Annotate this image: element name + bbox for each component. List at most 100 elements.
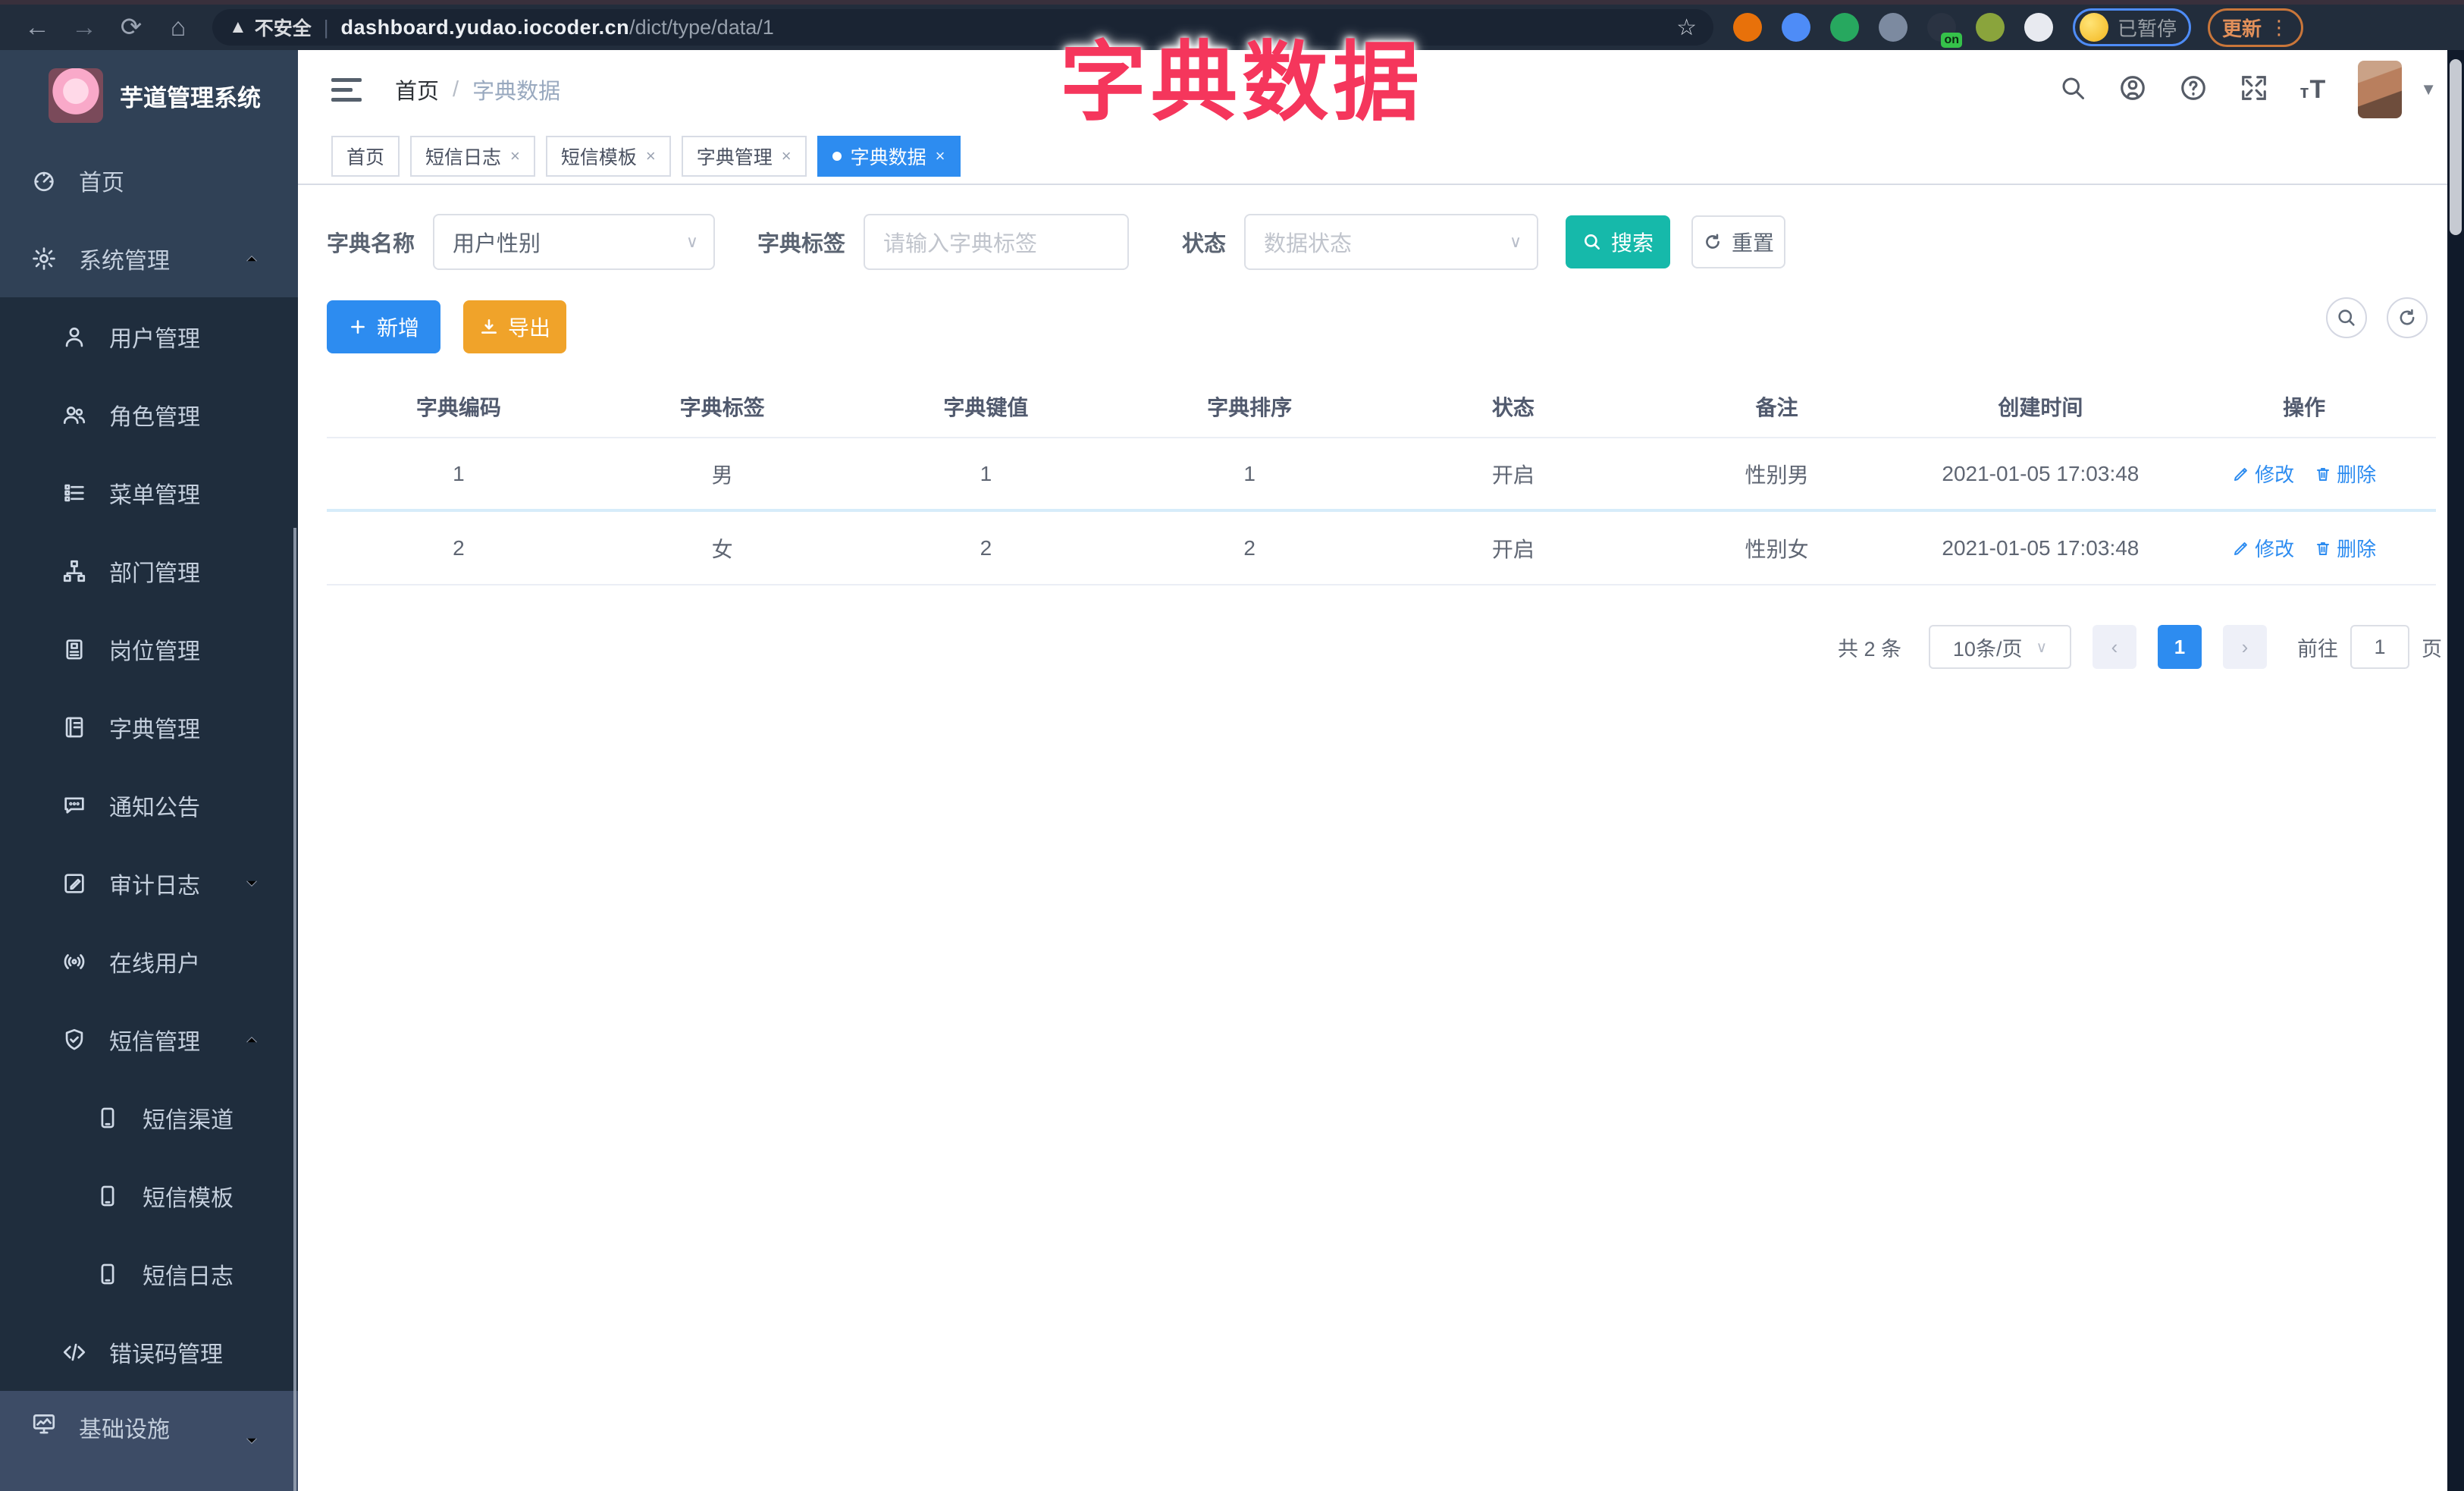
sidebar-item-系统管理[interactable]: 系统管理	[0, 219, 298, 297]
refresh-button[interactable]	[2387, 297, 2428, 338]
sidebar-item-label: 菜单管理	[109, 482, 200, 508]
sidebar-item-短信模板[interactable]: 短信模板	[0, 1157, 298, 1235]
sidebar-item-审计日志[interactable]: 审计日志	[0, 844, 298, 922]
extension-white-icon[interactable]	[2024, 13, 2053, 42]
extension-green-check-icon[interactable]	[1830, 13, 1859, 42]
sidebar-item-label: 字典管理	[109, 717, 200, 742]
browser-forward-icon[interactable]: →	[61, 13, 108, 42]
sidebar-item-岗位管理[interactable]: 岗位管理	[0, 610, 298, 688]
status-placeholder: 数据状态	[1264, 232, 1353, 256]
column-header: 状态	[1491, 396, 1535, 419]
tab-首页[interactable]: 首页	[331, 136, 400, 177]
browser-back-icon[interactable]: ←	[14, 13, 61, 42]
sidebar-item-短信日志[interactable]: 短信日志	[0, 1235, 298, 1313]
tab-字典管理[interactable]: 字典管理 ×	[681, 136, 807, 177]
row-actions: 修改 删除	[2172, 460, 2436, 488]
export-button[interactable]: 导出	[463, 300, 566, 353]
column-header: 字典排序	[1207, 396, 1293, 419]
sidebar-item-短信渠道[interactable]: 短信渠道	[0, 1078, 298, 1157]
goto-page-input[interactable]: 1	[2350, 625, 2409, 669]
close-icon[interactable]: ×	[782, 146, 792, 166]
sidebar-item-首页[interactable]: 首页	[0, 141, 298, 219]
extension-blue-icon[interactable]	[1782, 13, 1810, 42]
security-label: 不安全	[254, 18, 312, 39]
edit-link[interactable]: 修改	[2232, 460, 2294, 488]
chevron-down-icon: ∨	[2036, 639, 2048, 656]
tab-短信日志[interactable]: 短信日志 ×	[410, 136, 535, 177]
extension-slate-icon[interactable]	[1879, 13, 1908, 42]
search-button-label: 搜索	[1611, 231, 1654, 255]
page-size-select[interactable]: 10条/页 ∨	[1929, 625, 2071, 669]
table-cell: 2	[453, 535, 465, 560]
extension-dark-icon[interactable]: on	[1927, 13, 1962, 48]
delete-link[interactable]: 删除	[2314, 460, 2376, 488]
dict-name-select[interactable]: 用户性别 ∨	[433, 214, 716, 270]
browser-menu-icon[interactable]: ⋮	[2269, 16, 2289, 39]
scrollbar-thumb[interactable]	[2450, 59, 2462, 235]
dict-label-input[interactable]: 请输入字典标签	[864, 214, 1130, 270]
overlay-annotation-title: 字典数据	[1060, 35, 1425, 131]
user-avatar[interactable]	[2358, 61, 2403, 118]
search-button[interactable]: 搜索	[1566, 215, 1671, 268]
bookmark-star-icon[interactable]: ☆	[1676, 14, 1697, 41]
user-icon	[59, 324, 89, 350]
page-scrollbar[interactable]	[2447, 50, 2464, 1491]
announcement-icon	[59, 793, 89, 818]
close-icon[interactable]: ×	[510, 146, 520, 166]
table-cell: 2021-01-05 17:03:48	[1942, 535, 2140, 560]
tab-label: 短信日志	[425, 147, 502, 168]
github-icon[interactable]	[2118, 74, 2147, 106]
sidebar-item-字典管理[interactable]: 字典管理	[0, 688, 298, 766]
status-select[interactable]: 数据状态 ∨	[1244, 214, 1539, 270]
close-icon[interactable]: ×	[936, 146, 945, 166]
address-bar[interactable]: ▲ 不安全 | dashboard.yudao.iocoder.cn /dict…	[212, 9, 1713, 46]
sidebar-item-角色管理[interactable]: 角色管理	[0, 375, 298, 454]
browser-home-icon[interactable]: ⌂	[155, 13, 202, 42]
next-page-button[interactable]: ›	[2223, 625, 2267, 669]
sidebar-logo-row[interactable]: 芋道管理系统	[0, 50, 298, 141]
close-icon[interactable]: ×	[646, 146, 656, 166]
edit-link[interactable]: 修改	[2232, 534, 2294, 562]
sidebar-item-通知公告[interactable]: 通知公告	[0, 766, 298, 844]
column-header: 字典键值	[943, 396, 1029, 419]
font-size-icon[interactable]: тT	[2300, 75, 2327, 105]
sidebar-item-用户管理[interactable]: 用户管理	[0, 297, 298, 375]
browser-update-button[interactable]: 更新 ⋮	[2208, 8, 2304, 47]
table-cell: 1	[453, 461, 465, 485]
profile-status: 已暂停	[2118, 17, 2177, 40]
extension-olive-icon[interactable]	[1976, 13, 2005, 42]
current-page-button[interactable]: 1	[2158, 625, 2202, 669]
dashboard-icon	[29, 168, 59, 193]
delete-link[interactable]: 删除	[2314, 534, 2376, 562]
chevron-down-icon: ∨	[685, 232, 699, 251]
app-logo	[49, 68, 103, 123]
sidebar: 芋道管理系统 首页 系统管理 用户管理 角色管理菜单管理部门管理 岗位管理字典管理通知公…	[0, 50, 298, 1491]
add-button[interactable]: 新增	[327, 300, 440, 353]
prev-page-button[interactable]: ‹	[2093, 625, 2136, 669]
browser-profile-chip[interactable]: 已暂停	[2073, 8, 2192, 46]
browser-reload-icon[interactable]: ⟳	[108, 12, 155, 42]
sidebar-item-label: 在线用户	[109, 951, 200, 977]
chevron-down-icon[interactable]: ▼	[2420, 80, 2437, 99]
sidebar-item-基础设施[interactable]: 基础设施	[0, 1391, 298, 1491]
hamburger-icon[interactable]	[331, 77, 362, 102]
breadcrumb-home[interactable]: 首页	[395, 74, 439, 105]
sidebar-item-短信管理[interactable]: 短信管理	[0, 1000, 298, 1078]
help-icon[interactable]	[2179, 74, 2208, 106]
tab-短信模板[interactable]: 短信模板 ×	[545, 136, 671, 177]
table-header-row: 字典编码 字典标签 字典键值 字典排序 状态 备注 创建时间 操作	[327, 376, 2436, 438]
sidebar-item-在线用户[interactable]: 在线用户	[0, 922, 298, 1000]
reset-button[interactable]: 重置	[1691, 215, 1786, 268]
extension-orange-icon[interactable]	[1733, 13, 1762, 42]
sidebar-item-部门管理[interactable]: 部门管理	[0, 532, 298, 610]
fullscreen-icon[interactable]	[2240, 74, 2268, 106]
sidebar-item-label: 错误码管理	[109, 1342, 223, 1367]
sidebar-item-菜单管理[interactable]: 菜单管理	[0, 454, 298, 532]
sidebar-item-label: 短信模板	[143, 1185, 234, 1211]
url-path: /dict/type/data/1	[629, 15, 774, 39]
search-icon[interactable]	[2059, 74, 2086, 105]
sidebar-item-错误码管理[interactable]: 错误码管理	[0, 1313, 298, 1391]
toggle-search-button[interactable]	[2326, 297, 2367, 338]
tab-字典数据[interactable]: 字典数据 ×	[817, 136, 961, 177]
data-table: 字典编码 字典标签 字典键值 字典排序 状态 备注 创建时间 操作 1 男 1 1 开启 性别男 2021…	[327, 376, 2436, 585]
